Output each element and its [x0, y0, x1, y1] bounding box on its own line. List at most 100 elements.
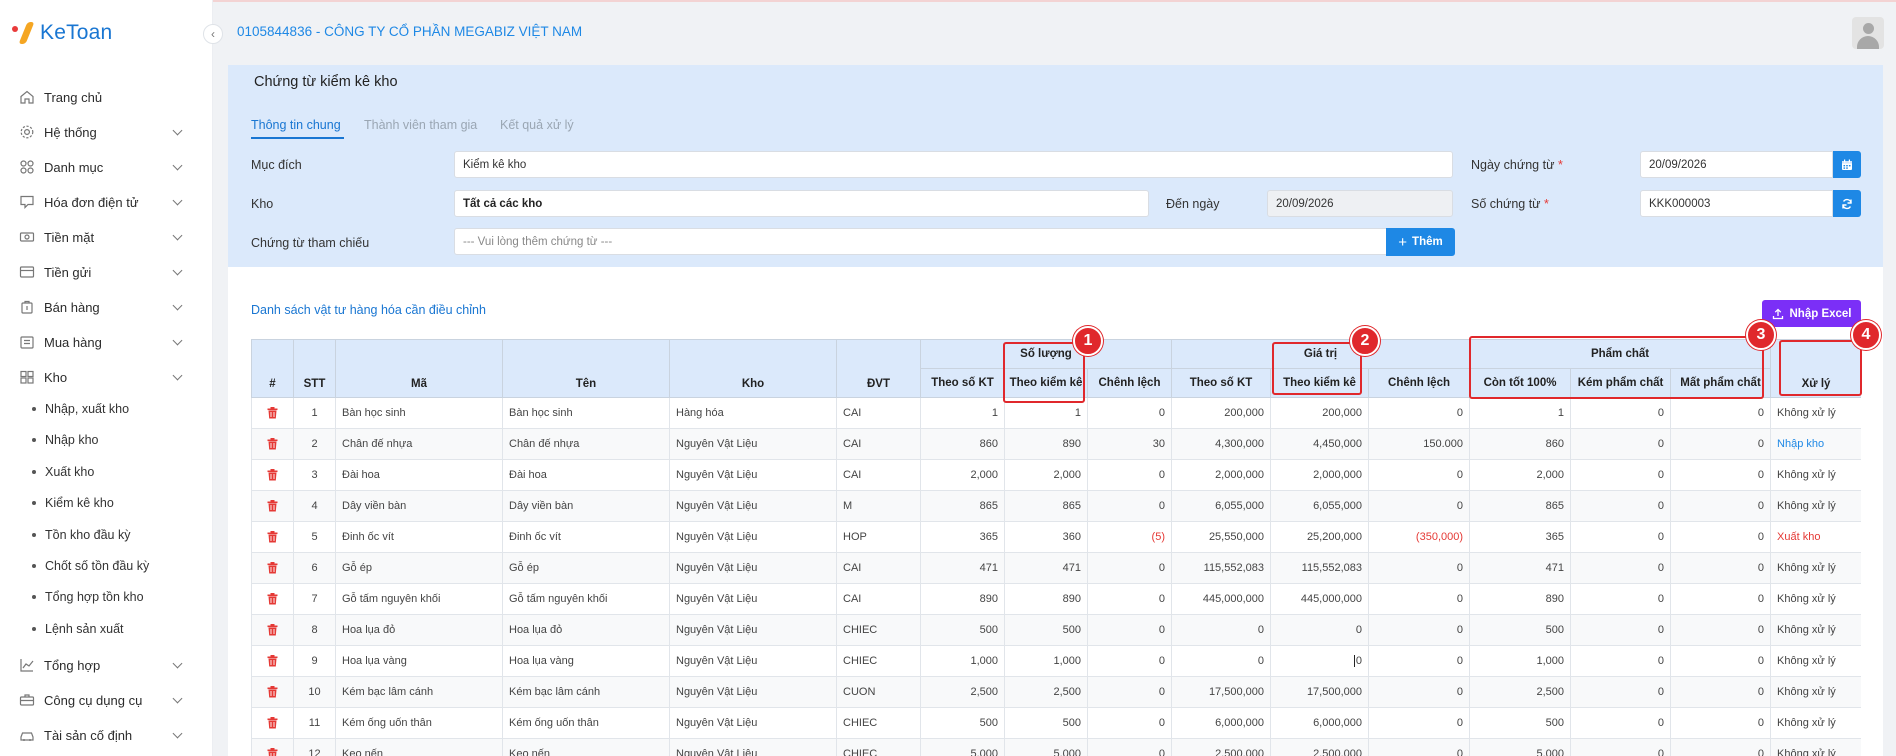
sidebar-subitem-nhap-xuat-kho[interactable]: Nhập, xuất kho	[0, 397, 212, 421]
table-row[interactable]: 3 Đài hoa Đài hoa Nguyên Vật Liệu CAI 2,000 2,…	[251, 459, 1861, 491]
cell-xu-ly[interactable]: Nhập kho	[1770, 428, 1861, 460]
cell-con-tot[interactable]: 471	[1469, 552, 1572, 584]
sidebar-item-trang-chu[interactable]: Trang chủ	[0, 82, 212, 112]
cell-mat-pham-chat[interactable]: 0	[1670, 676, 1772, 708]
tab-ket-qua[interactable]: Kết quả xử lý	[500, 118, 574, 132]
delete-row-button[interactable]	[251, 397, 294, 429]
cell-sl-theo-kiem-ke[interactable]: 500	[1004, 707, 1088, 739]
cell-xu-ly[interactable]: Không xử lý	[1770, 645, 1861, 677]
delete-row-button[interactable]	[251, 614, 294, 646]
sidebar-subitem-nhap-kho[interactable]: Nhập kho	[0, 428, 212, 452]
cell-mat-pham-chat[interactable]: 0	[1670, 738, 1772, 756]
table-row[interactable]: 12 Keo nến Keo nến Nguyên Vật Liệu CHIEC 5,00…	[251, 738, 1861, 756]
muc-dich-input[interactable]: Kiểm kê kho	[454, 151, 1453, 178]
sidebar-item-he-thong[interactable]: Hệ thống	[0, 117, 212, 147]
table-row[interactable]: 1 Bàn học sinh Bàn học sinh Hàng hóa CAI 1 1 0 2…	[251, 397, 1861, 429]
cell-con-tot[interactable]: 1	[1469, 397, 1572, 429]
cell-gt-theo-kiem-ke[interactable]: 6,000,000	[1270, 707, 1369, 739]
tab-thong-tin-chung[interactable]: Thông tin chung	[251, 118, 341, 132]
cell-gt-theo-kiem-ke[interactable]: 2,500,000	[1270, 738, 1369, 756]
refresh-button[interactable]	[1833, 190, 1861, 217]
cell-sl-theo-kiem-ke[interactable]: 865	[1004, 490, 1088, 522]
sidebar-subitem-tong-hop-ton-kho[interactable]: Tổng hợp tồn kho	[0, 585, 212, 609]
cell-mat-pham-chat[interactable]: 0	[1670, 490, 1772, 522]
cell-xu-ly[interactable]: Không xử lý	[1770, 676, 1861, 708]
cell-mat-pham-chat[interactable]: 0	[1670, 707, 1772, 739]
cell-sl-theo-kiem-ke[interactable]: 2,000	[1004, 459, 1088, 491]
cell-xu-ly[interactable]: Không xử lý	[1770, 738, 1861, 756]
cell-gt-theo-kiem-ke[interactable]: 0	[1270, 614, 1369, 646]
delete-row-button[interactable]	[251, 738, 294, 756]
cell-gt-theo-kiem-ke[interactable]: 115,552,083	[1270, 552, 1369, 584]
cell-xu-ly[interactable]: Không xử lý	[1770, 583, 1861, 615]
cell-mat-pham-chat[interactable]: 0	[1670, 521, 1772, 553]
cell-xu-ly[interactable]: Không xử lý	[1770, 459, 1861, 491]
cell-mat-pham-chat[interactable]: 0	[1670, 583, 1772, 615]
cell-gt-theo-kiem-ke[interactable]: 2,000,000	[1270, 459, 1369, 491]
delete-row-button[interactable]	[251, 459, 294, 491]
cell-con-tot[interactable]: 500	[1469, 707, 1572, 739]
cell-kem-pham-chat[interactable]: 0	[1570, 490, 1672, 522]
cell-xu-ly[interactable]: Không xử lý	[1770, 397, 1861, 429]
sidebar-item-danh-muc[interactable]: Danh mục	[0, 152, 212, 182]
sidebar-subitem-ton-kho-dau-ky[interactable]: Tồn kho đầu kỳ	[0, 523, 212, 547]
sidebar-item-ban-hang[interactable]: Bán hàng	[0, 292, 212, 322]
cell-con-tot[interactable]: 5,000	[1469, 738, 1572, 756]
cell-gt-theo-kiem-ke[interactable]: 25,200,000	[1270, 521, 1369, 553]
delete-row-button[interactable]	[251, 645, 294, 677]
cell-mat-pham-chat[interactable]: 0	[1670, 552, 1772, 584]
table-row[interactable]: 9 Hoa lụa vàng Hoa lụa vàng Nguyên Vật Liệu…	[251, 645, 1861, 677]
sidebar-subitem-chot-so-ton[interactable]: Chốt số tồn đầu kỳ	[0, 554, 212, 578]
cell-kem-pham-chat[interactable]: 0	[1570, 552, 1672, 584]
cell-sl-theo-kiem-ke[interactable]: 471	[1004, 552, 1088, 584]
table-row[interactable]: 4 Dây viền bàn Dây viền bàn Nguyên Vật Liệu…	[251, 490, 1861, 522]
cell-mat-pham-chat[interactable]: 0	[1670, 645, 1772, 677]
logo[interactable]: KeToan	[10, 18, 112, 48]
delete-row-button[interactable]	[251, 707, 294, 739]
cell-kem-pham-chat[interactable]: 0	[1570, 614, 1672, 646]
sidebar-item-tien-gui[interactable]: Tiền gửi	[0, 257, 212, 287]
collapse-sidebar-button[interactable]: ‹	[203, 24, 223, 44]
delete-row-button[interactable]	[251, 552, 294, 584]
cell-kem-pham-chat[interactable]: 0	[1570, 676, 1672, 708]
delete-row-button[interactable]	[251, 490, 294, 522]
table-row[interactable]: 7 Gỗ tấm nguyên khối Gỗ tấm nguyên khối Ngu…	[251, 583, 1861, 615]
cell-xu-ly[interactable]: Không xử lý	[1770, 707, 1861, 739]
delete-row-button[interactable]	[251, 428, 294, 460]
cell-xu-ly[interactable]: Không xử lý	[1770, 614, 1861, 646]
cell-mat-pham-chat[interactable]: 0	[1670, 428, 1772, 460]
cell-con-tot[interactable]: 890	[1469, 583, 1572, 615]
cell-kem-pham-chat[interactable]: 0	[1570, 707, 1672, 739]
sidebar-subitem-xuat-kho[interactable]: Xuất kho	[0, 460, 212, 484]
table-row[interactable]: 11 Kém ống uốn thân Kém ống uốn thân Nguyên…	[251, 707, 1861, 739]
cell-gt-theo-kiem-ke[interactable]: 445,000,000	[1270, 583, 1369, 615]
ngay-chung-tu-input[interactable]: 20/09/2026	[1640, 151, 1833, 178]
sidebar-item-kho[interactable]: Kho	[0, 362, 212, 392]
cell-kem-pham-chat[interactable]: 0	[1570, 645, 1672, 677]
sidebar-item-tai-san[interactable]: Tài sản cố định	[0, 720, 212, 750]
sidebar-item-hoa-don[interactable]: Hóa đơn điện tử	[0, 187, 212, 217]
so-chung-tu-input[interactable]: KKK000003	[1640, 190, 1833, 217]
cell-xu-ly[interactable]: Không xử lý	[1770, 490, 1861, 522]
delete-row-button[interactable]	[251, 583, 294, 615]
cell-kem-pham-chat[interactable]: 0	[1570, 428, 1672, 460]
cell-kem-pham-chat[interactable]: 0	[1570, 459, 1672, 491]
cell-kem-pham-chat[interactable]: 0	[1570, 583, 1672, 615]
cell-mat-pham-chat[interactable]: 0	[1670, 397, 1772, 429]
cell-con-tot[interactable]: 2,000	[1469, 459, 1572, 491]
cell-con-tot[interactable]: 1,000	[1469, 645, 1572, 677]
cell-gt-theo-kiem-ke[interactable]: 4,450,000	[1270, 428, 1369, 460]
cell-sl-theo-kiem-ke[interactable]: 500	[1004, 614, 1088, 646]
cell-con-tot[interactable]: 500	[1469, 614, 1572, 646]
cell-sl-theo-kiem-ke[interactable]: 2,500	[1004, 676, 1088, 708]
table-row[interactable]: 10 Kém bạc lâm cánh Kém bạc lâm cánh Nguyên…	[251, 676, 1861, 708]
cell-sl-theo-kiem-ke[interactable]: 890	[1004, 428, 1088, 460]
cell-sl-theo-kiem-ke[interactable]: 1,000	[1004, 645, 1088, 677]
cell-con-tot[interactable]: 2,500	[1469, 676, 1572, 708]
cell-xu-ly[interactable]: Không xử lý	[1770, 552, 1861, 584]
tab-thanh-vien[interactable]: Thành viên tham gia	[364, 118, 477, 132]
avatar[interactable]	[1852, 17, 1884, 49]
delete-row-button[interactable]	[251, 521, 294, 553]
cell-gt-theo-kiem-ke[interactable]: 200,000	[1270, 397, 1369, 429]
cell-con-tot[interactable]: 365	[1469, 521, 1572, 553]
